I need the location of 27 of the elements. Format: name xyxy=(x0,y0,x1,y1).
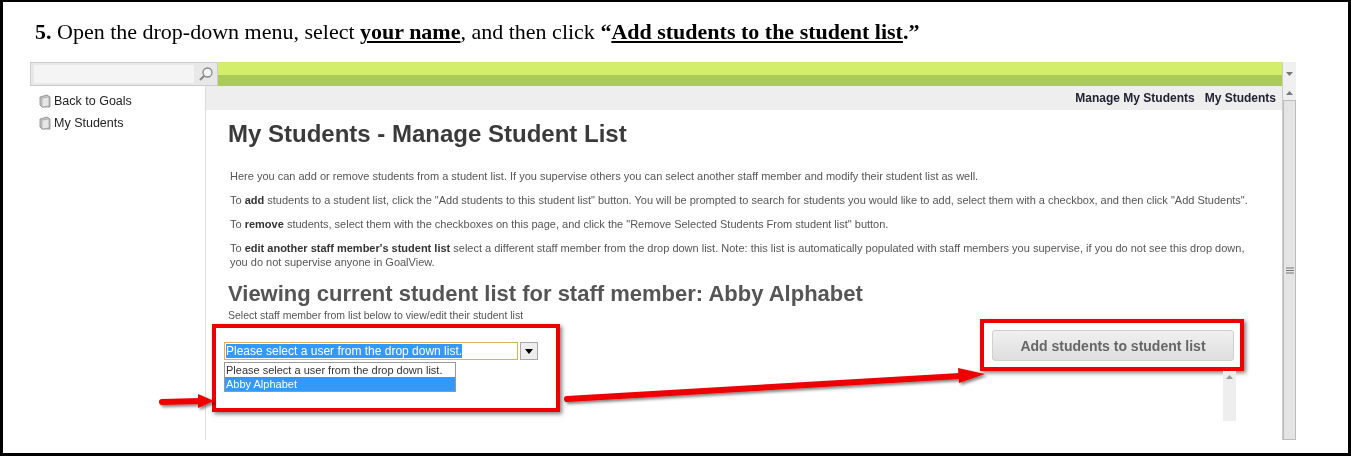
add-students-button[interactable]: Add students to student list xyxy=(992,330,1234,361)
section-title: Viewing current student list for staff member: Abby Alphabet xyxy=(228,281,864,307)
caret-down-icon xyxy=(525,348,533,354)
page-title: My Students - Manage Student List xyxy=(228,119,628,149)
arrow-up-icon xyxy=(1286,91,1293,95)
dropdown-button[interactable] xyxy=(520,342,538,360)
paragraph: Here you can add or remove students from a student list. If you supervise others you can select another staff member and modify their student list as well. xyxy=(229,169,980,183)
dropdown-option[interactable]: Please select a user from the drop down list. xyxy=(225,363,455,377)
search-field[interactable] xyxy=(30,62,218,86)
scrollbar[interactable] xyxy=(1282,86,1296,440)
sidebar-item[interactable]: My Students xyxy=(38,112,205,134)
paragraph: To remove students, select them with the checkboxes on this page, and click the "Remove Selected Students From student list" button. xyxy=(229,217,890,231)
scrollbar[interactable] xyxy=(1223,371,1236,421)
book-icon xyxy=(38,94,52,108)
paragraph: To add students to a student list, click the "Add students to this student list" button. You will be prompted to search for students you would like to add, select them with a checkbox, and then click "Add Students". xyxy=(229,193,1249,207)
instruction-text: 5. Open the drop-down menu, select your name, and then click “Add students to the student list.” xyxy=(34,18,921,46)
arrow-down-icon xyxy=(1286,72,1293,76)
select-label: Select staff member from list below to view/edit their student list xyxy=(228,309,525,321)
paragraph: To edit another staff member's student list select a different staff member from the drop down list. Note: this list is automatically populated with staff members you supervise, if you do not see this drop down, you do not supervise anyone in GoalView. xyxy=(229,241,1246,269)
scrollbar[interactable] xyxy=(1282,62,1296,86)
grip-icon xyxy=(1285,266,1294,274)
arrow-up-icon xyxy=(1226,375,1233,379)
breadcrumb-link[interactable]: My Students xyxy=(1204,91,1276,105)
sidebar-item[interactable]: Back to Goals xyxy=(38,90,205,112)
book-icon xyxy=(38,116,52,130)
breadcrumb-link[interactable]: Manage My Students xyxy=(1075,91,1195,105)
search-icon[interactable] xyxy=(198,66,214,82)
